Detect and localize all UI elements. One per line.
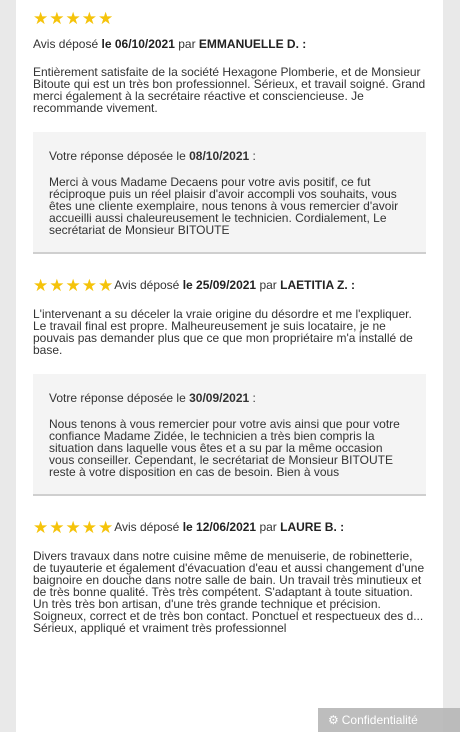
review-author: LAETITIA Z. : (280, 278, 356, 292)
review-card: ★★★★★ Avis déposé le 06/10/2021 par EMMA… (16, 0, 443, 254)
meta-by: par (256, 520, 281, 534)
owner-reply: Votre réponse déposée le 08/10/2021 : Me… (33, 132, 426, 254)
review-card: ★★★★★Avis déposé le 25/09/2021 par LAETI… (16, 276, 443, 496)
reply-prefix: Votre réponse déposée le (49, 391, 190, 405)
review-author: EMMANUELLE D. : (198, 37, 307, 51)
gear-icon: ⚙ (328, 713, 339, 727)
star-rating: ★★★★★ (33, 518, 115, 537)
reply-header: Votre réponse déposée le 08/10/2021 : (49, 149, 410, 164)
review-header: ★★★★★ Avis déposé le 06/10/2021 par EMMA… (33, 10, 426, 52)
review-header: ★★★★★Avis déposé le 25/09/2021 par LAETI… (33, 276, 426, 294)
review-date: le 06/10/2021 (101, 37, 175, 51)
divider (16, 254, 443, 276)
review-header: ★★★★★Avis déposé le 12/06/2021 par LAURE… (33, 518, 426, 536)
review-date: le 12/06/2021 (182, 520, 257, 534)
meta-prefix: Avis déposé (114, 520, 183, 534)
star-rating: ★★★★★ (33, 9, 115, 28)
reply-suffix: : (249, 149, 256, 163)
reply-date: 08/10/2021 (189, 149, 250, 163)
review-text: Divers travaux dans notre cuisine même d… (33, 549, 425, 635)
review-date: le 25/09/2021 (182, 278, 257, 292)
review-meta: Avis déposé le 12/06/2021 par LAURE B. : (114, 520, 344, 534)
reply-text: Merci à vous Madame Decaens pour votre a… (49, 175, 399, 237)
reply-suffix: : (249, 391, 256, 405)
review-text: L'intervenant a su déceler la vraie orig… (33, 307, 413, 357)
reviews-page: ★★★★★ Avis déposé le 06/10/2021 par EMMA… (16, 0, 443, 732)
star-rating: ★★★★★ (33, 276, 115, 295)
review-meta: Avis déposé le 06/10/2021 par EMMANUELLE… (33, 37, 426, 52)
reply-text: Nous tenons à vous remercier pour votre … (49, 417, 400, 479)
meta-prefix: Avis déposé (114, 278, 183, 292)
review-card: ★★★★★Avis déposé le 12/06/2021 par LAURE… (16, 518, 443, 634)
review-meta: Avis déposé le 25/09/2021 par LAETITIA Z… (114, 278, 355, 292)
confidentiality-label: Confidentialité (341, 713, 418, 727)
meta-prefix: Avis déposé (33, 37, 102, 51)
review-author: LAURE B. : (280, 520, 345, 534)
meta-by: par (256, 278, 281, 292)
reply-header: Votre réponse déposée le 30/09/2021 : (49, 391, 410, 406)
owner-reply: Votre réponse déposée le 30/09/2021 : No… (33, 374, 426, 496)
reply-prefix: Votre réponse déposée le (49, 149, 190, 163)
divider (16, 496, 443, 518)
review-text: Entièrement satisfaite de la société Hex… (33, 65, 426, 115)
meta-by: par (174, 37, 199, 51)
confidentiality-button[interactable]: ⚙ Confidentialité (318, 708, 460, 732)
reply-date: 30/09/2021 (189, 391, 250, 405)
